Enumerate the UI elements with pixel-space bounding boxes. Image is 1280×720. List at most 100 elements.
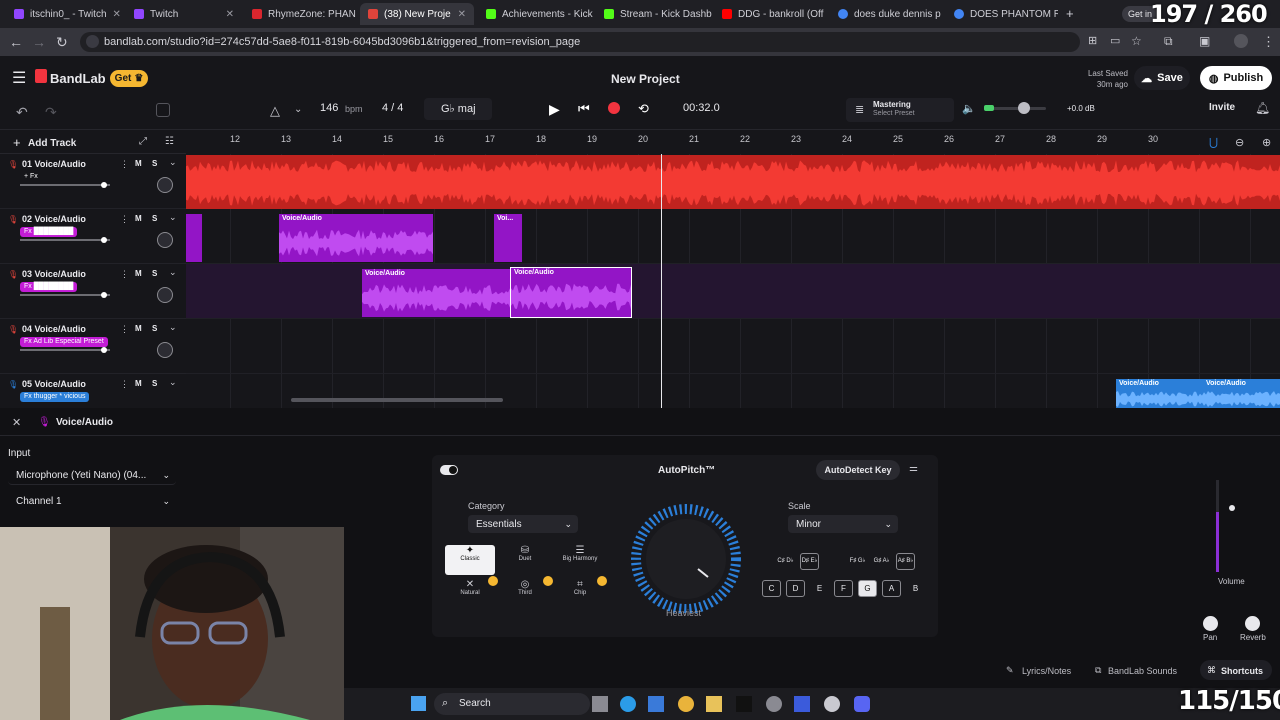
skip-back-icon[interactable]: ⏮ xyxy=(578,101,590,117)
extensions-icon[interactable]: ⧉ xyxy=(1164,34,1173,49)
play-icon[interactable]: ▶ xyxy=(549,101,560,118)
style-classic[interactable]: ✦ Classic xyxy=(445,545,495,575)
browser-tab[interactable]: Achievements - Kick✕ xyxy=(478,3,594,25)
more-icon[interactable]: ⋮ xyxy=(120,159,129,170)
mute-button[interactable]: M xyxy=(135,214,142,223)
discord-icon[interactable] xyxy=(854,696,870,712)
track-volume-handle[interactable] xyxy=(101,182,107,188)
mute-button[interactable]: M xyxy=(135,269,142,278)
audio-clip[interactable]: Voice/Audio xyxy=(362,269,510,317)
browser-tab[interactable]: DDG - bankroll (Off✕ xyxy=(714,3,826,25)
close-icon[interactable]: ✕ xyxy=(220,9,234,20)
close-icon[interactable]: ✕ xyxy=(107,9,121,20)
track-name[interactable]: 03 Voice/Audio xyxy=(22,269,86,279)
close-icon[interactable]: ✕ xyxy=(452,9,466,20)
task-view-icon[interactable] xyxy=(592,696,608,712)
playhead[interactable] xyxy=(661,154,662,408)
store-icon[interactable] xyxy=(648,696,664,712)
bandlab-sounds-button[interactable]: BandLab Sounds xyxy=(1108,666,1177,676)
cast-icon[interactable]: ▭ xyxy=(1110,34,1120,47)
pan-knob[interactable] xyxy=(1203,616,1218,631)
horizontal-scrollbar[interactable] xyxy=(291,398,503,402)
close-icon[interactable]: ✕ xyxy=(941,9,944,20)
new-tab-button[interactable]: + xyxy=(1066,6,1074,21)
audio-clip[interactable] xyxy=(186,155,1280,209)
category-select[interactable]: Essentials ⌄ xyxy=(468,515,578,533)
close-icon[interactable]: ✕ xyxy=(593,9,594,20)
back-icon[interactable]: ← xyxy=(9,34,23,50)
channel-select[interactable]: Channel 1 ⌄ xyxy=(8,492,176,511)
site-info-icon[interactable] xyxy=(86,35,99,48)
chevron-down-icon[interactable]: ⌄ xyxy=(169,212,177,223)
metronome-icon[interactable]: △ xyxy=(270,103,280,119)
invite-button[interactable]: Invite xyxy=(1209,102,1235,113)
natural-key-button[interactable]: C xyxy=(762,580,781,597)
solo-button[interactable]: S xyxy=(152,159,157,168)
track-pan-knob[interactable] xyxy=(157,342,173,358)
record-icon[interactable] xyxy=(608,102,620,114)
browser-menu-icon[interactable]: ⋮ xyxy=(1262,34,1275,50)
audio-clip[interactable]: Voice/Audio Voice/Audio xyxy=(1116,379,1280,408)
track-pan-knob[interactable] xyxy=(157,177,173,193)
more-icon[interactable]: ⋮ xyxy=(120,269,129,280)
lane-1[interactable] xyxy=(186,154,1280,209)
audio-clip[interactable]: Voi... xyxy=(494,214,522,262)
fx-tag[interactable]: Fx ████████ xyxy=(20,282,78,292)
lane-4[interactable] xyxy=(186,319,1280,374)
bpm-value[interactable]: 146 xyxy=(320,102,338,114)
magnet-icon[interactable]: ⋃ xyxy=(1209,136,1218,149)
browser-tab[interactable]: Twitch ✕ xyxy=(126,3,242,25)
mute-button[interactable]: M xyxy=(135,379,142,388)
zoom-out-icon[interactable]: ⊖ xyxy=(1235,136,1244,149)
loop-icon[interactable]: ⟲ xyxy=(638,101,649,117)
natural-key-button[interactable]: E xyxy=(810,580,829,597)
style-natural[interactable]: ✕ Natural xyxy=(445,579,495,609)
taskbar-search[interactable] xyxy=(434,693,590,715)
autopitch-toggle[interactable] xyxy=(440,465,458,475)
sliders-icon[interactable]: ⚌ xyxy=(909,463,918,474)
get-membership-button[interactable]: Get ♛ xyxy=(110,70,148,87)
reload-icon[interactable]: ↻ xyxy=(56,34,68,51)
solo-button[interactable]: S xyxy=(152,324,157,333)
layout-icon[interactable] xyxy=(156,103,170,117)
solo-button[interactable]: S xyxy=(152,214,157,223)
zoom-in-icon[interactable]: ⊕ xyxy=(1262,136,1271,149)
track-volume-slider[interactable] xyxy=(20,294,110,296)
browser-tab[interactable]: RhymeZone: PHAN✕ xyxy=(244,3,356,25)
solo-button[interactable]: S xyxy=(152,379,157,388)
sharp-key-button[interactable]: D♯ E♭ xyxy=(800,553,819,570)
lane-3[interactable]: Voice/Audio Voice/Audio xyxy=(186,264,1280,319)
natural-key-button[interactable]: G xyxy=(858,580,877,597)
save-button[interactable]: ☁ Save xyxy=(1134,66,1190,90)
sharp-key-button[interactable]: A♯ B♭ xyxy=(896,553,915,570)
bell-icon[interactable]: 🔔︎ xyxy=(1255,101,1270,115)
close-icon[interactable]: ✕ xyxy=(823,9,826,20)
track-volume-handle[interactable] xyxy=(101,237,107,243)
browser-tab[interactable]: does duke dennis p✕ xyxy=(830,3,944,25)
style-third[interactable]: ◎ Third xyxy=(500,579,550,609)
track-volume-handle[interactable] xyxy=(101,292,107,298)
fx-tag[interactable]: Fx Ad Lib Especial Preset xyxy=(20,337,108,347)
volume-fader-handle[interactable] xyxy=(1229,505,1235,511)
media-player-icon[interactable] xyxy=(824,696,840,712)
mute-button[interactable]: M xyxy=(135,324,142,333)
chevron-down-icon[interactable]: ⌄ xyxy=(294,104,302,115)
fx-tag[interactable]: + Fx xyxy=(20,172,42,182)
natural-key-button[interactable]: F xyxy=(834,580,853,597)
more-icon[interactable]: ⋮ xyxy=(120,214,129,225)
file-explorer-icon[interactable] xyxy=(706,696,722,712)
plus-icon[interactable]: + xyxy=(13,135,21,150)
master-volume-handle[interactable] xyxy=(1018,102,1030,114)
chevron-down-icon[interactable]: ⌄ xyxy=(169,267,177,278)
add-track-button[interactable]: Add Track xyxy=(28,138,76,149)
track-name[interactable]: 01 Voice/Audio xyxy=(22,159,86,169)
redo-icon[interactable]: ↷ xyxy=(45,104,57,121)
track-name[interactable]: 02 Voice/Audio xyxy=(22,214,86,224)
lane-2[interactable]: Voice/Audio Voi... xyxy=(186,209,1280,264)
fx-tag[interactable]: Fx ████████ xyxy=(20,227,78,237)
style-duet[interactable]: ⛁ Duet xyxy=(500,545,550,575)
audio-clip[interactable] xyxy=(186,214,202,262)
publish-button[interactable]: ◍ Publish xyxy=(1200,66,1272,90)
natural-key-button[interactable]: D xyxy=(786,580,805,597)
app-icon[interactable] xyxy=(766,696,782,712)
